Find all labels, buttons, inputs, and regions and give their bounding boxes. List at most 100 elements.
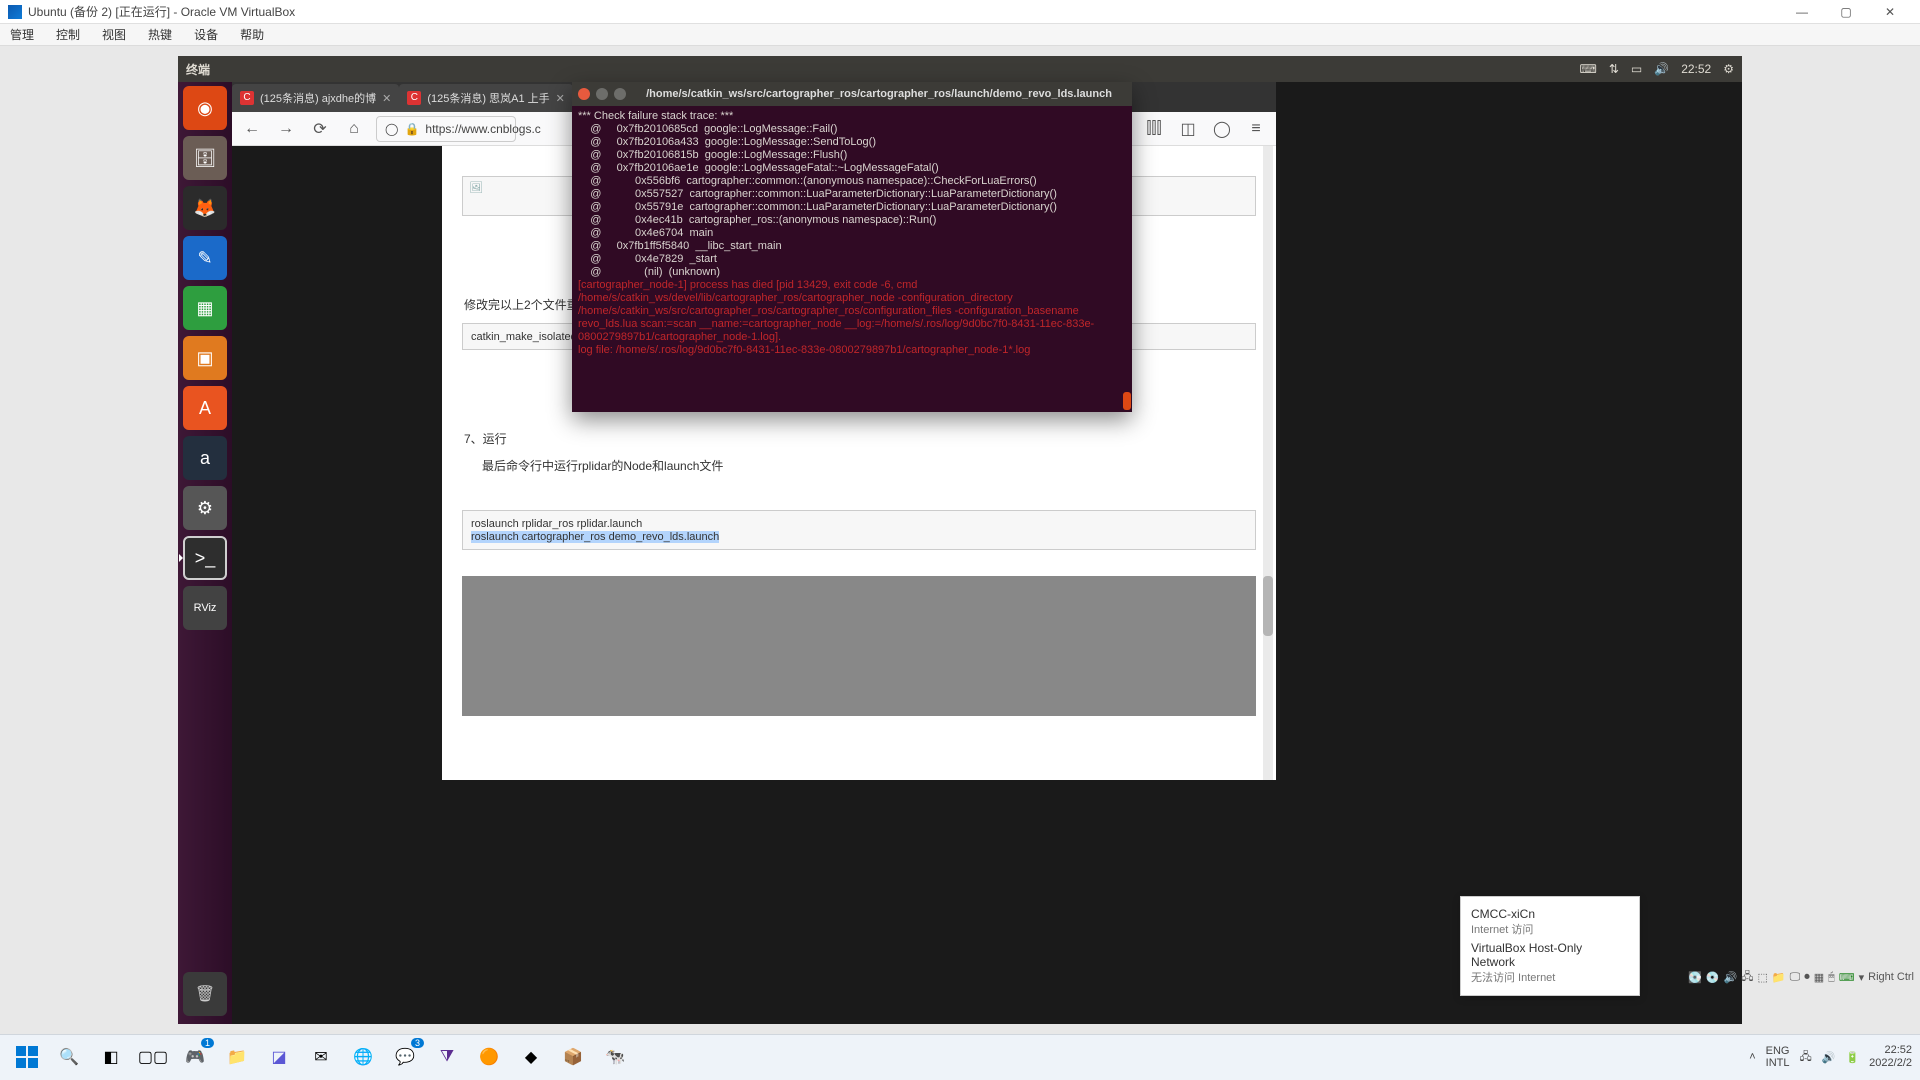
vbox-audio-icon[interactable]: 🔊	[1724, 971, 1738, 984]
minimize-button[interactable]: ―	[1780, 1, 1824, 23]
menu-control[interactable]: 控制	[52, 24, 84, 45]
vbox-hdd-icon[interactable]: 💽	[1688, 971, 1702, 984]
taskbar-explorer[interactable]: 📁	[220, 1040, 254, 1074]
launcher-impress[interactable]: ▣	[183, 336, 227, 380]
menu-help[interactable]: 帮助	[236, 24, 268, 45]
vbox-cpu-icon[interactable]: ▦	[1814, 971, 1824, 984]
tray-battery-icon[interactable]: 🔋	[1845, 1051, 1859, 1064]
taskbar-visualstudio[interactable]: ⧩	[430, 1040, 464, 1074]
keyboard-indicator-icon[interactable]: ⌨	[1580, 62, 1597, 76]
launcher-files[interactable]: 🗄	[183, 136, 227, 180]
terminal-scrollbar[interactable]	[1123, 106, 1131, 412]
lang-line1: ENG	[1766, 1045, 1790, 1057]
tab-1-close[interactable]: ✕	[382, 92, 391, 105]
launcher-settings[interactable]: ⚙	[183, 486, 227, 530]
terminal-output[interactable]: *** Check failure stack trace: *** @ 0x7…	[572, 106, 1132, 412]
network-1-name: CMCC-xiCn	[1471, 907, 1629, 921]
search-button[interactable]: 🔍	[52, 1040, 86, 1074]
code-1-text: catkin_make_isolated	[471, 331, 577, 343]
tab-2[interactable]: C (125条消息) 思岚A1 上手 ✕	[399, 84, 572, 112]
taskbar-app-cube[interactable]: ◆	[514, 1040, 548, 1074]
lang-line2: INTL	[1766, 1057, 1790, 1069]
language-indicator[interactable]: ENG INTL	[1766, 1045, 1790, 1069]
forward-button[interactable]: →	[274, 117, 298, 141]
back-button[interactable]: ←	[240, 117, 264, 141]
launcher-writer[interactable]: ✎	[183, 236, 227, 280]
close-button[interactable]: ✕	[1868, 1, 1912, 23]
tab-2-close[interactable]: ✕	[556, 92, 565, 105]
url-bar[interactable]: ◯ 🔒 https://www.cnblogs.c	[376, 116, 516, 142]
task-view-button[interactable]: ◧	[94, 1040, 128, 1074]
taskbar-teams[interactable]: 💬	[388, 1040, 422, 1074]
launcher-trash[interactable]: 🗑	[183, 972, 227, 1016]
launcher-terminal[interactable]: >_	[183, 536, 227, 580]
vbox-shared-folder-icon[interactable]: 📁	[1772, 971, 1786, 984]
terminal-window: /home/s/catkin_ws/src/cartographer_ros/c…	[572, 82, 1132, 412]
network-2-name: VirtualBox Host-Only Network	[1471, 941, 1629, 969]
account-button[interactable]: ◯	[1210, 117, 1234, 141]
taskbar-app-misc[interactable]: 🐄	[598, 1040, 632, 1074]
launcher-calc[interactable]: ▦	[183, 286, 227, 330]
menu-manage[interactable]: 管理	[6, 24, 38, 45]
network-icon[interactable]: ⇅	[1609, 62, 1619, 76]
terminal-minimize-button[interactable]	[596, 88, 608, 100]
code-block-2[interactable]: roslaunch rplidar_ros rplidar.launch ros…	[462, 510, 1256, 550]
csdn-favicon-icon: C	[240, 91, 254, 105]
terminal-maximize-button[interactable]	[614, 88, 626, 100]
virtualbox-icon	[8, 5, 22, 19]
tray-network-icon[interactable]: 🖧	[1800, 1048, 1812, 1067]
launcher-dash[interactable]: ◉	[183, 86, 227, 130]
vbox-keyboard-icon[interactable]: ⌨	[1839, 971, 1855, 984]
vbox-usb-icon[interactable]: ⬚	[1758, 971, 1768, 984]
network-2-status: 无法访问 Internet	[1471, 969, 1629, 985]
sound-icon[interactable]: 🔊	[1654, 62, 1669, 76]
blog-section-7: 7、运行	[464, 430, 1256, 447]
topbar-clock[interactable]: 22:52	[1681, 62, 1711, 76]
image-placeholder-icon: 🖼	[469, 181, 483, 194]
vbox-network-icon[interactable]: 🖧	[1741, 968, 1753, 987]
menu-hotkey[interactable]: 热键	[144, 24, 176, 45]
tray-chevron-up-icon[interactable]: ˄	[1749, 1051, 1755, 1063]
home-button[interactable]: ⌂	[342, 117, 366, 141]
terminal-titlebar[interactable]: /home/s/catkin_ws/src/cartographer_ros/c…	[572, 82, 1132, 106]
vbox-recording-icon[interactable]: ⏺	[1804, 971, 1810, 984]
clock-time: 22:52	[1869, 1044, 1912, 1057]
start-button[interactable]	[10, 1040, 44, 1074]
page-scrollbar[interactable]	[1263, 146, 1273, 780]
network-tooltip: CMCC-xiCn Internet 访问 VirtualBox Host-On…	[1460, 896, 1640, 996]
scrollbar-thumb[interactable]	[1263, 576, 1273, 636]
launcher-rviz[interactable]: RViz	[183, 586, 227, 630]
menu-view[interactable]: 视图	[98, 24, 130, 45]
code-2-line2-selected: roslaunch cartographer_ros demo_revo_lds…	[471, 531, 719, 543]
reload-button[interactable]: ⟳	[308, 117, 332, 141]
guest-display: 终端 ⌨ ⇅ ▭ 🔊 22:52 ⚙ ◉ 🗄 🦊 ✎ ▦ ▣ A a ⚙ >_ …	[0, 46, 1920, 1034]
taskbar-app-orange[interactable]: 🟠	[472, 1040, 506, 1074]
chevron-down-icon[interactable]: ▾	[1859, 971, 1865, 984]
gear-icon[interactable]: ⚙	[1723, 62, 1734, 76]
taskbar-clock[interactable]: 22:52 2022/2/2	[1869, 1044, 1912, 1070]
taskbar-mail[interactable]: ✉	[304, 1040, 338, 1074]
sidebar-button[interactable]: ◫	[1176, 117, 1200, 141]
taskbar-xbox[interactable]: 🎮	[178, 1040, 212, 1074]
vbox-mouse-icon[interactable]: 🖱	[1828, 971, 1835, 984]
terminal-close-button[interactable]	[578, 88, 590, 100]
tray-volume-icon[interactable]: 🔊	[1822, 1051, 1836, 1064]
launcher-amazon[interactable]: a	[183, 436, 227, 480]
menu-devices[interactable]: 设备	[190, 24, 222, 45]
launcher-software[interactable]: A	[183, 386, 227, 430]
battery-icon[interactable]: ▭	[1631, 62, 1642, 76]
taskbar-app-blue[interactable]: ◪	[262, 1040, 296, 1074]
library-button[interactable]: ⫿⫿⫿	[1142, 117, 1166, 141]
widgets-button[interactable]: ▢▢	[136, 1040, 170, 1074]
terminal-scroll-thumb[interactable]	[1123, 392, 1131, 410]
settings-icon: ⚙	[197, 498, 213, 519]
vbox-display-icon[interactable]: 🖵	[1790, 971, 1801, 984]
taskbar-virtualbox[interactable]: 📦	[556, 1040, 590, 1074]
menu-button[interactable]: ≡	[1244, 117, 1268, 141]
maximize-button[interactable]: ▢	[1824, 1, 1868, 23]
tab-1[interactable]: C (125条消息) ajxdhe的博 ✕	[232, 84, 399, 112]
vbox-optical-icon[interactable]: 💿	[1706, 971, 1720, 984]
taskbar-edge[interactable]: 🌐	[346, 1040, 380, 1074]
launcher-firefox[interactable]: 🦊	[183, 186, 227, 230]
vbox-hostkey: Right Ctrl	[1868, 971, 1914, 983]
